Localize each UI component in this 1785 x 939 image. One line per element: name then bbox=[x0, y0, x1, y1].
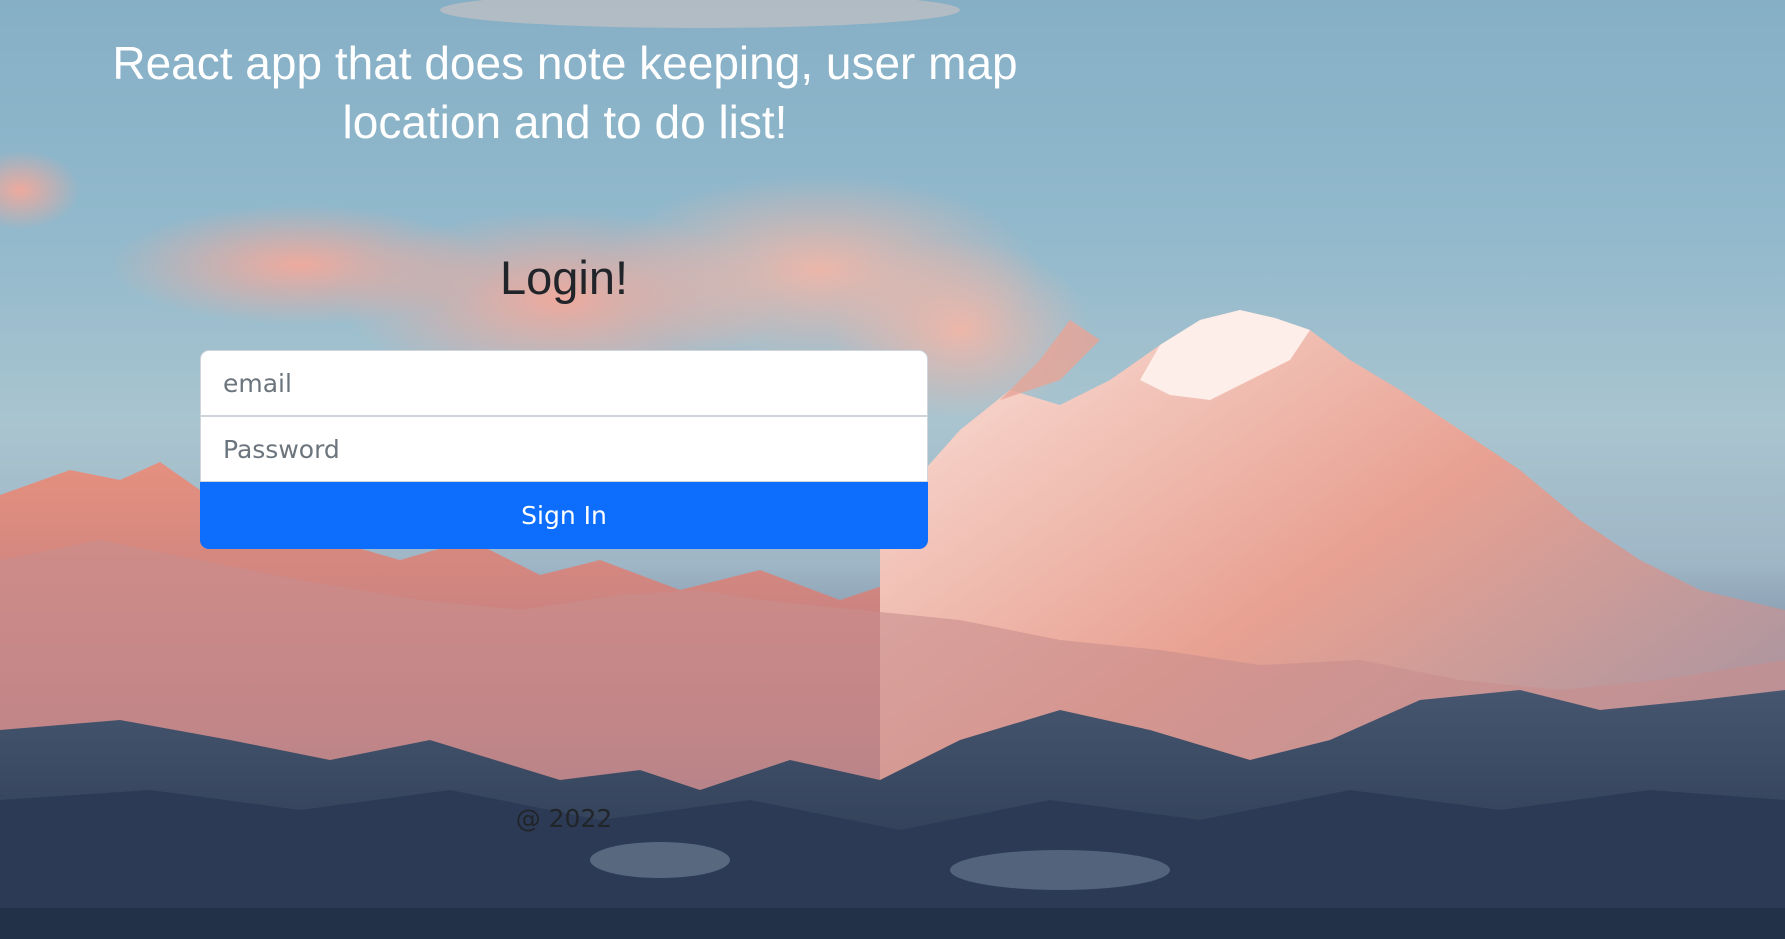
app-headline: React app that does note keeping, user m… bbox=[112, 37, 1018, 148]
email-field[interactable] bbox=[200, 350, 928, 416]
login-title: Login! bbox=[499, 251, 629, 304]
password-field[interactable] bbox=[200, 416, 928, 482]
sign-in-button[interactable]: Sign In bbox=[200, 482, 928, 549]
bottom-bar bbox=[0, 908, 1785, 939]
login-form: Sign In bbox=[200, 350, 928, 549]
footer-copyright: @ 2022 bbox=[515, 804, 613, 833]
